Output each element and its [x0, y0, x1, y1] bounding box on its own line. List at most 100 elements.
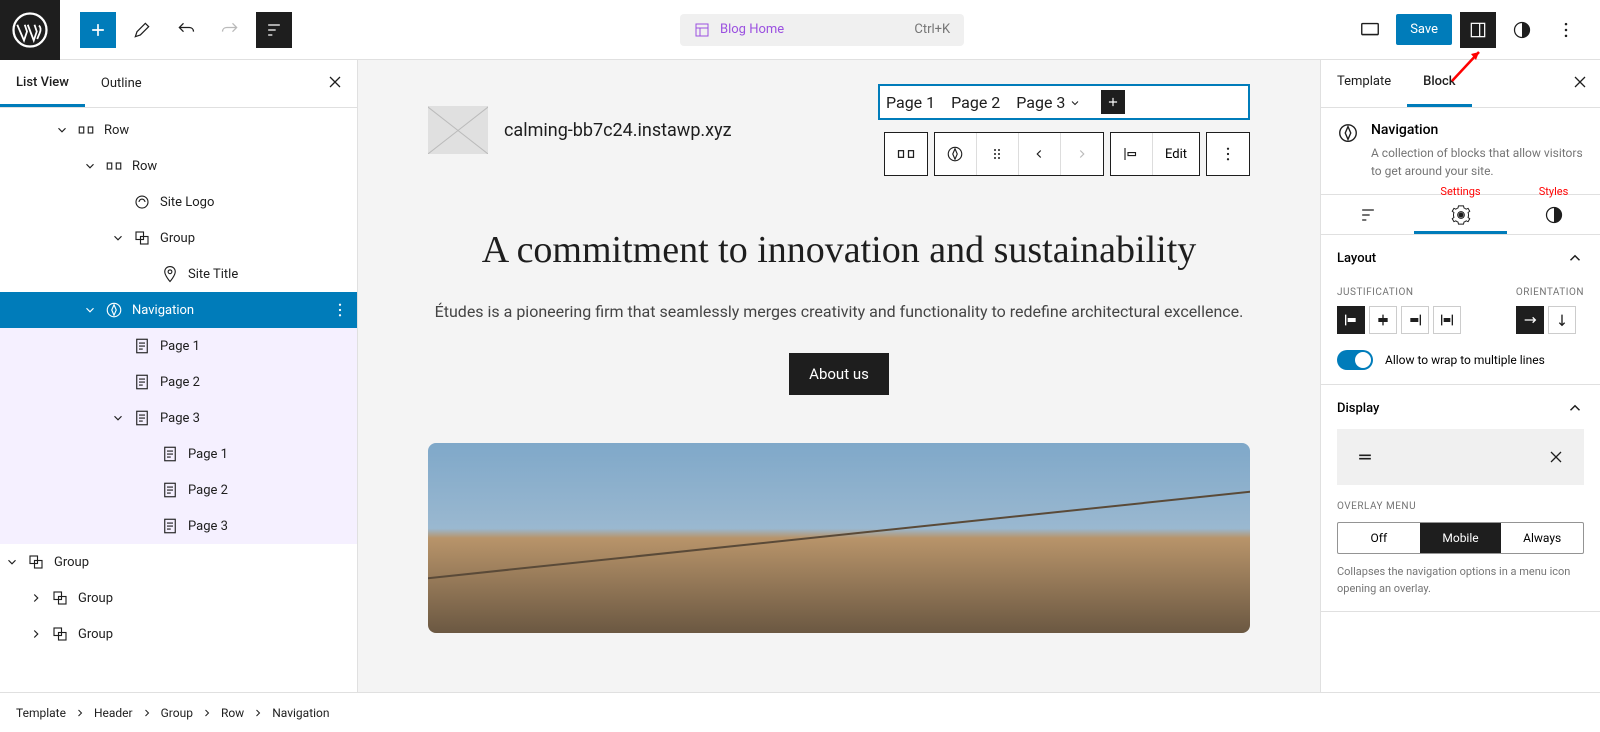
site-title-icon	[158, 265, 182, 283]
page-icon	[158, 481, 182, 499]
orientation-label: ORIENTATION	[1516, 287, 1584, 298]
overlay-menu-label: OVERLAY MENU	[1337, 501, 1584, 512]
tree-page[interactable]: Page 2	[0, 364, 357, 400]
tree-item-options[interactable]	[331, 301, 349, 319]
tree-label: Group	[78, 591, 113, 606]
chevron-down-icon	[78, 303, 102, 317]
tree-page[interactable]: Page 1	[0, 328, 357, 364]
nav-item[interactable]: Page 3	[1016, 93, 1081, 112]
chevron-right-icon	[74, 707, 86, 719]
tree-page[interactable]: Page 3	[0, 508, 357, 544]
tree-group[interactable]: Group	[0, 580, 357, 616]
hero-title[interactable]: A commitment to innovation and sustainab…	[428, 226, 1250, 275]
tab-block[interactable]: Block	[1407, 60, 1471, 107]
breadcrumb-item[interactable]: Template	[16, 706, 66, 720]
tab-list-view[interactable]: List View	[0, 61, 85, 107]
wrap-toggle[interactable]	[1337, 350, 1373, 370]
wrap-label: Allow to wrap to multiple lines	[1385, 353, 1545, 367]
hero-image[interactable]	[428, 443, 1250, 633]
add-block-button[interactable]	[80, 12, 116, 48]
list-view-toggle[interactable]	[256, 12, 292, 48]
overlay-off-button[interactable]: Off	[1338, 523, 1420, 553]
nav-item[interactable]: Page 2	[951, 93, 1000, 112]
settings-sidebar-toggle[interactable]	[1460, 12, 1496, 48]
subtab-list[interactable]	[1321, 195, 1414, 234]
tree-group[interactable]: Group	[0, 220, 357, 256]
tree-label: Page 2	[160, 375, 200, 390]
tree-site-title[interactable]: Site Title	[0, 256, 357, 292]
edit-button[interactable]: Edit	[1153, 133, 1199, 175]
nav-item[interactable]: Page 1	[886, 93, 935, 112]
hero-button[interactable]: About us	[789, 353, 889, 395]
move-right-button[interactable]	[1061, 133, 1103, 175]
redo-button[interactable]	[212, 12, 248, 48]
orientation-horizontal-button[interactable]	[1516, 306, 1544, 334]
breadcrumb-item[interactable]: Navigation	[272, 706, 329, 720]
close-sidebar[interactable]	[1570, 72, 1590, 92]
group-icon	[130, 229, 154, 247]
row-icon	[74, 121, 98, 139]
tree-label: Page 2	[188, 483, 228, 498]
styles-label: Styles	[1539, 185, 1569, 198]
chevron-right-icon	[201, 707, 213, 719]
nav-add-button[interactable]	[1101, 90, 1125, 114]
menu-icon	[1355, 447, 1375, 467]
chevron-down-icon	[78, 159, 102, 173]
more-options-button[interactable]	[1548, 12, 1584, 48]
undo-button[interactable]	[168, 12, 204, 48]
chevron-down-icon	[106, 231, 130, 245]
tree-page[interactable]: Page 1	[0, 436, 357, 472]
display-panel-toggle[interactable]: Display	[1337, 399, 1584, 417]
tree-label: Group	[54, 555, 89, 570]
wordpress-logo[interactable]	[0, 0, 60, 60]
styles-toggle[interactable]	[1504, 12, 1540, 48]
site-title[interactable]: calming-bb7c24.instawp.xyz	[504, 120, 732, 141]
hero-subtitle[interactable]: Études is a pioneering firm that seamles…	[428, 299, 1250, 325]
tree-row[interactable]: Row	[0, 112, 357, 148]
select-parent-button[interactable]	[935, 133, 977, 175]
chevron-right-icon	[24, 591, 48, 605]
subtab-settings[interactable]: Settings	[1414, 195, 1507, 234]
close-list-view[interactable]	[325, 72, 345, 92]
tree-group[interactable]: Group	[0, 616, 357, 652]
view-button[interactable]	[1352, 12, 1388, 48]
edit-tool-button[interactable]	[124, 12, 160, 48]
tree-row[interactable]: Row	[0, 148, 357, 184]
align-button[interactable]	[1111, 133, 1153, 175]
save-button[interactable]: Save	[1396, 14, 1452, 45]
move-left-button[interactable]	[1019, 133, 1061, 175]
tree-navigation[interactable]: Navigation	[0, 292, 357, 328]
breadcrumb-item[interactable]: Header	[94, 706, 133, 720]
tree-label: Group	[78, 627, 113, 642]
editor-canvas[interactable]: calming-bb7c24.instawp.xyz Page 1 Page 2…	[358, 60, 1320, 692]
tree-page[interactable]: Page 2	[0, 472, 357, 508]
subtab-styles[interactable]: Styles	[1507, 195, 1600, 234]
overlay-help-text: Collapses the navigation options in a me…	[1337, 564, 1584, 597]
document-title-bar[interactable]: Blog Home Ctrl+K	[680, 14, 964, 46]
justification-label: JUSTIFICATION	[1337, 287, 1461, 298]
tree-label: Page 1	[188, 447, 228, 462]
tree-page[interactable]: Page 3	[0, 400, 357, 436]
overlay-mobile-button[interactable]: Mobile	[1420, 523, 1502, 553]
justify-right-button[interactable]	[1401, 306, 1429, 334]
justify-center-button[interactable]	[1369, 306, 1397, 334]
site-logo-placeholder[interactable]	[428, 106, 488, 154]
tab-outline[interactable]: Outline	[85, 62, 158, 105]
tree-label: Page 3	[188, 519, 228, 534]
block-type-button[interactable]	[885, 133, 927, 175]
drag-handle[interactable]	[977, 133, 1019, 175]
orientation-vertical-button[interactable]	[1548, 306, 1576, 334]
justify-space-button[interactable]	[1433, 306, 1461, 334]
breadcrumb-item[interactable]: Row	[221, 706, 244, 720]
template-icon	[694, 22, 710, 38]
breadcrumb-item[interactable]: Group	[161, 706, 193, 720]
tab-template[interactable]: Template	[1321, 60, 1407, 107]
layout-panel-toggle[interactable]: Layout	[1337, 249, 1584, 267]
overlay-always-button[interactable]: Always	[1501, 523, 1583, 553]
chevron-down-icon	[50, 123, 74, 137]
navigation-block[interactable]: Page 1 Page 2 Page 3	[878, 84, 1250, 120]
justify-left-button[interactable]	[1337, 306, 1365, 334]
block-more-options[interactable]	[1207, 133, 1249, 175]
tree-group[interactable]: Group	[0, 544, 357, 580]
tree-site-logo[interactable]: Site Logo	[0, 184, 357, 220]
